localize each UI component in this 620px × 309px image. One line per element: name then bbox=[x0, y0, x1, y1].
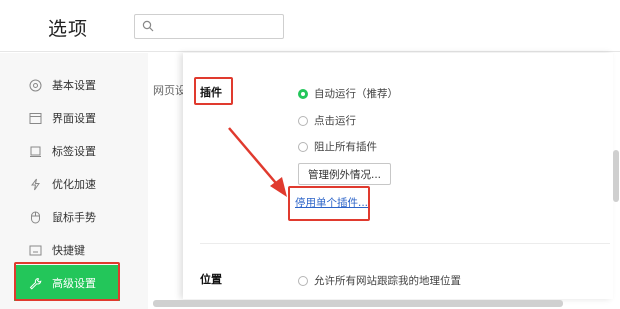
settings-panel bbox=[183, 53, 613, 299]
sidebar-item-basic[interactable]: 基本设置 bbox=[14, 73, 120, 97]
radio-button[interactable] bbox=[298, 115, 308, 126]
section-divider bbox=[200, 243, 610, 244]
radio-block-all[interactable]: 阻止所有插件 bbox=[298, 139, 377, 154]
lightning-icon bbox=[28, 177, 42, 191]
disable-plugins-link[interactable]: 停用单个插件... bbox=[295, 195, 368, 210]
sidebar-item-label: 高级设置 bbox=[52, 277, 96, 290]
sidebar-item-label: 快捷键 bbox=[52, 244, 85, 257]
mouse-icon bbox=[28, 210, 42, 224]
radio-click-to-run[interactable]: 点击运行 bbox=[298, 113, 356, 128]
radio-label: 自动运行（推荐） bbox=[314, 88, 398, 100]
header-bar: 选项 bbox=[0, 0, 620, 52]
search-icon bbox=[142, 20, 154, 32]
sidebar-item-label: 基本设置 bbox=[52, 79, 96, 92]
sidebar-item-mouse-gesture[interactable]: 鼠标手势 bbox=[14, 205, 120, 229]
sidebar: 基本设置 界面设置 标签设置 优化加速 鼠标手势 快捷键 高级设置 bbox=[0, 53, 148, 309]
radio-button[interactable] bbox=[298, 141, 308, 152]
manage-exceptions-button[interactable]: 管理例外情况... bbox=[298, 163, 392, 185]
sidebar-item-label: 标签设置 bbox=[52, 145, 96, 158]
sidebar-item-tabs[interactable]: 标签设置 bbox=[14, 139, 120, 163]
radio-label: 点击运行 bbox=[314, 115, 356, 127]
radio-button[interactable] bbox=[298, 275, 308, 286]
location-title: 位置 bbox=[200, 273, 222, 286]
target-icon bbox=[28, 78, 42, 92]
search-input[interactable] bbox=[157, 18, 277, 36]
sidebar-item-label: 界面设置 bbox=[52, 112, 96, 125]
window-icon bbox=[28, 111, 42, 125]
sidebar-item-label: 鼠标手势 bbox=[52, 211, 96, 224]
keyboard-icon bbox=[28, 243, 42, 257]
sidebar-item-shortcuts[interactable]: 快捷键 bbox=[14, 238, 120, 262]
sidebar-item-label: 优化加速 bbox=[52, 178, 96, 191]
page-title: 选项 bbox=[48, 18, 89, 40]
sidebar-item-speed[interactable]: 优化加速 bbox=[14, 172, 120, 196]
horizontal-scrollbar[interactable] bbox=[153, 300, 563, 307]
radio-auto-run[interactable]: 自动运行（推荐） bbox=[298, 86, 398, 101]
tab-icon bbox=[28, 144, 42, 158]
search-box[interactable] bbox=[134, 14, 284, 39]
radio-label: 阻止所有插件 bbox=[314, 141, 377, 153]
section-label: 网页设 bbox=[153, 84, 183, 97]
wrench-icon bbox=[28, 276, 42, 290]
vertical-scrollbar[interactable] bbox=[613, 150, 619, 202]
radio-allow-location[interactable]: 允许所有网站跟踪我的地理位置 bbox=[298, 273, 461, 288]
radio-button-selected[interactable] bbox=[298, 88, 308, 99]
plugins-title: 插件 bbox=[200, 86, 222, 99]
radio-label: 允许所有网站跟踪我的地理位置 bbox=[314, 275, 461, 287]
sidebar-item-advanced[interactable]: 高级设置 bbox=[14, 265, 120, 301]
sidebar-item-interface[interactable]: 界面设置 bbox=[14, 106, 120, 130]
